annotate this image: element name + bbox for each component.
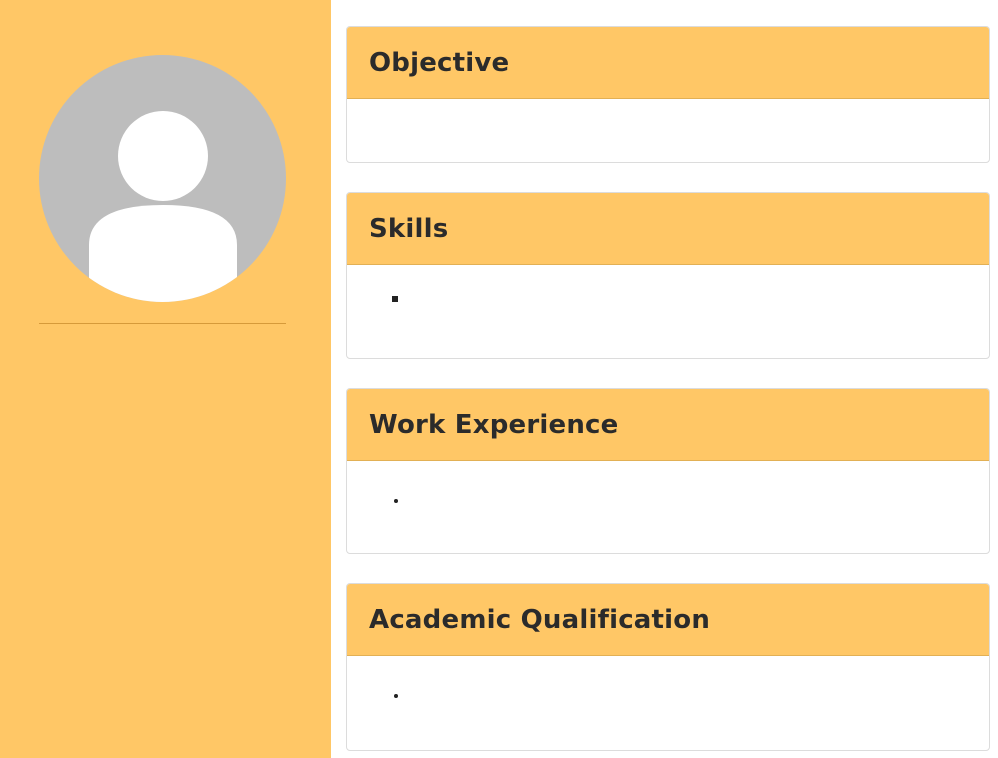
academic-qualification-title: Academic Qualification [369,604,711,635]
work-experience-title: Work Experience [369,409,619,440]
academic-qualification-card: Academic Qualification [346,583,990,751]
academic-qualification-body [347,656,989,749]
academic-qualification-card-header: Academic Qualification [347,584,989,656]
work-experience-card-header: Work Experience [347,389,989,461]
user-silhouette-icon [89,111,237,302]
resume-main: Objective Skills Work Experience Academi… [346,26,990,751]
skills-card: Skills [346,192,990,359]
skills-card-header: Skills [347,193,989,265]
objective-body [347,99,989,161]
skills-list-bullet [392,296,398,302]
work-experience-card: Work Experience [346,388,990,554]
academic-qualification-list-bullet [394,694,398,698]
work-experience-body [347,461,989,552]
objective-card: Objective [346,26,990,163]
work-experience-list-bullet [394,499,398,503]
skills-body [347,265,989,357]
objective-title: Objective [369,47,510,78]
profile-avatar [39,55,286,302]
sidebar-divider [39,323,286,324]
objective-card-header: Objective [347,27,989,99]
sidebar [0,0,331,758]
skills-title: Skills [369,213,449,244]
